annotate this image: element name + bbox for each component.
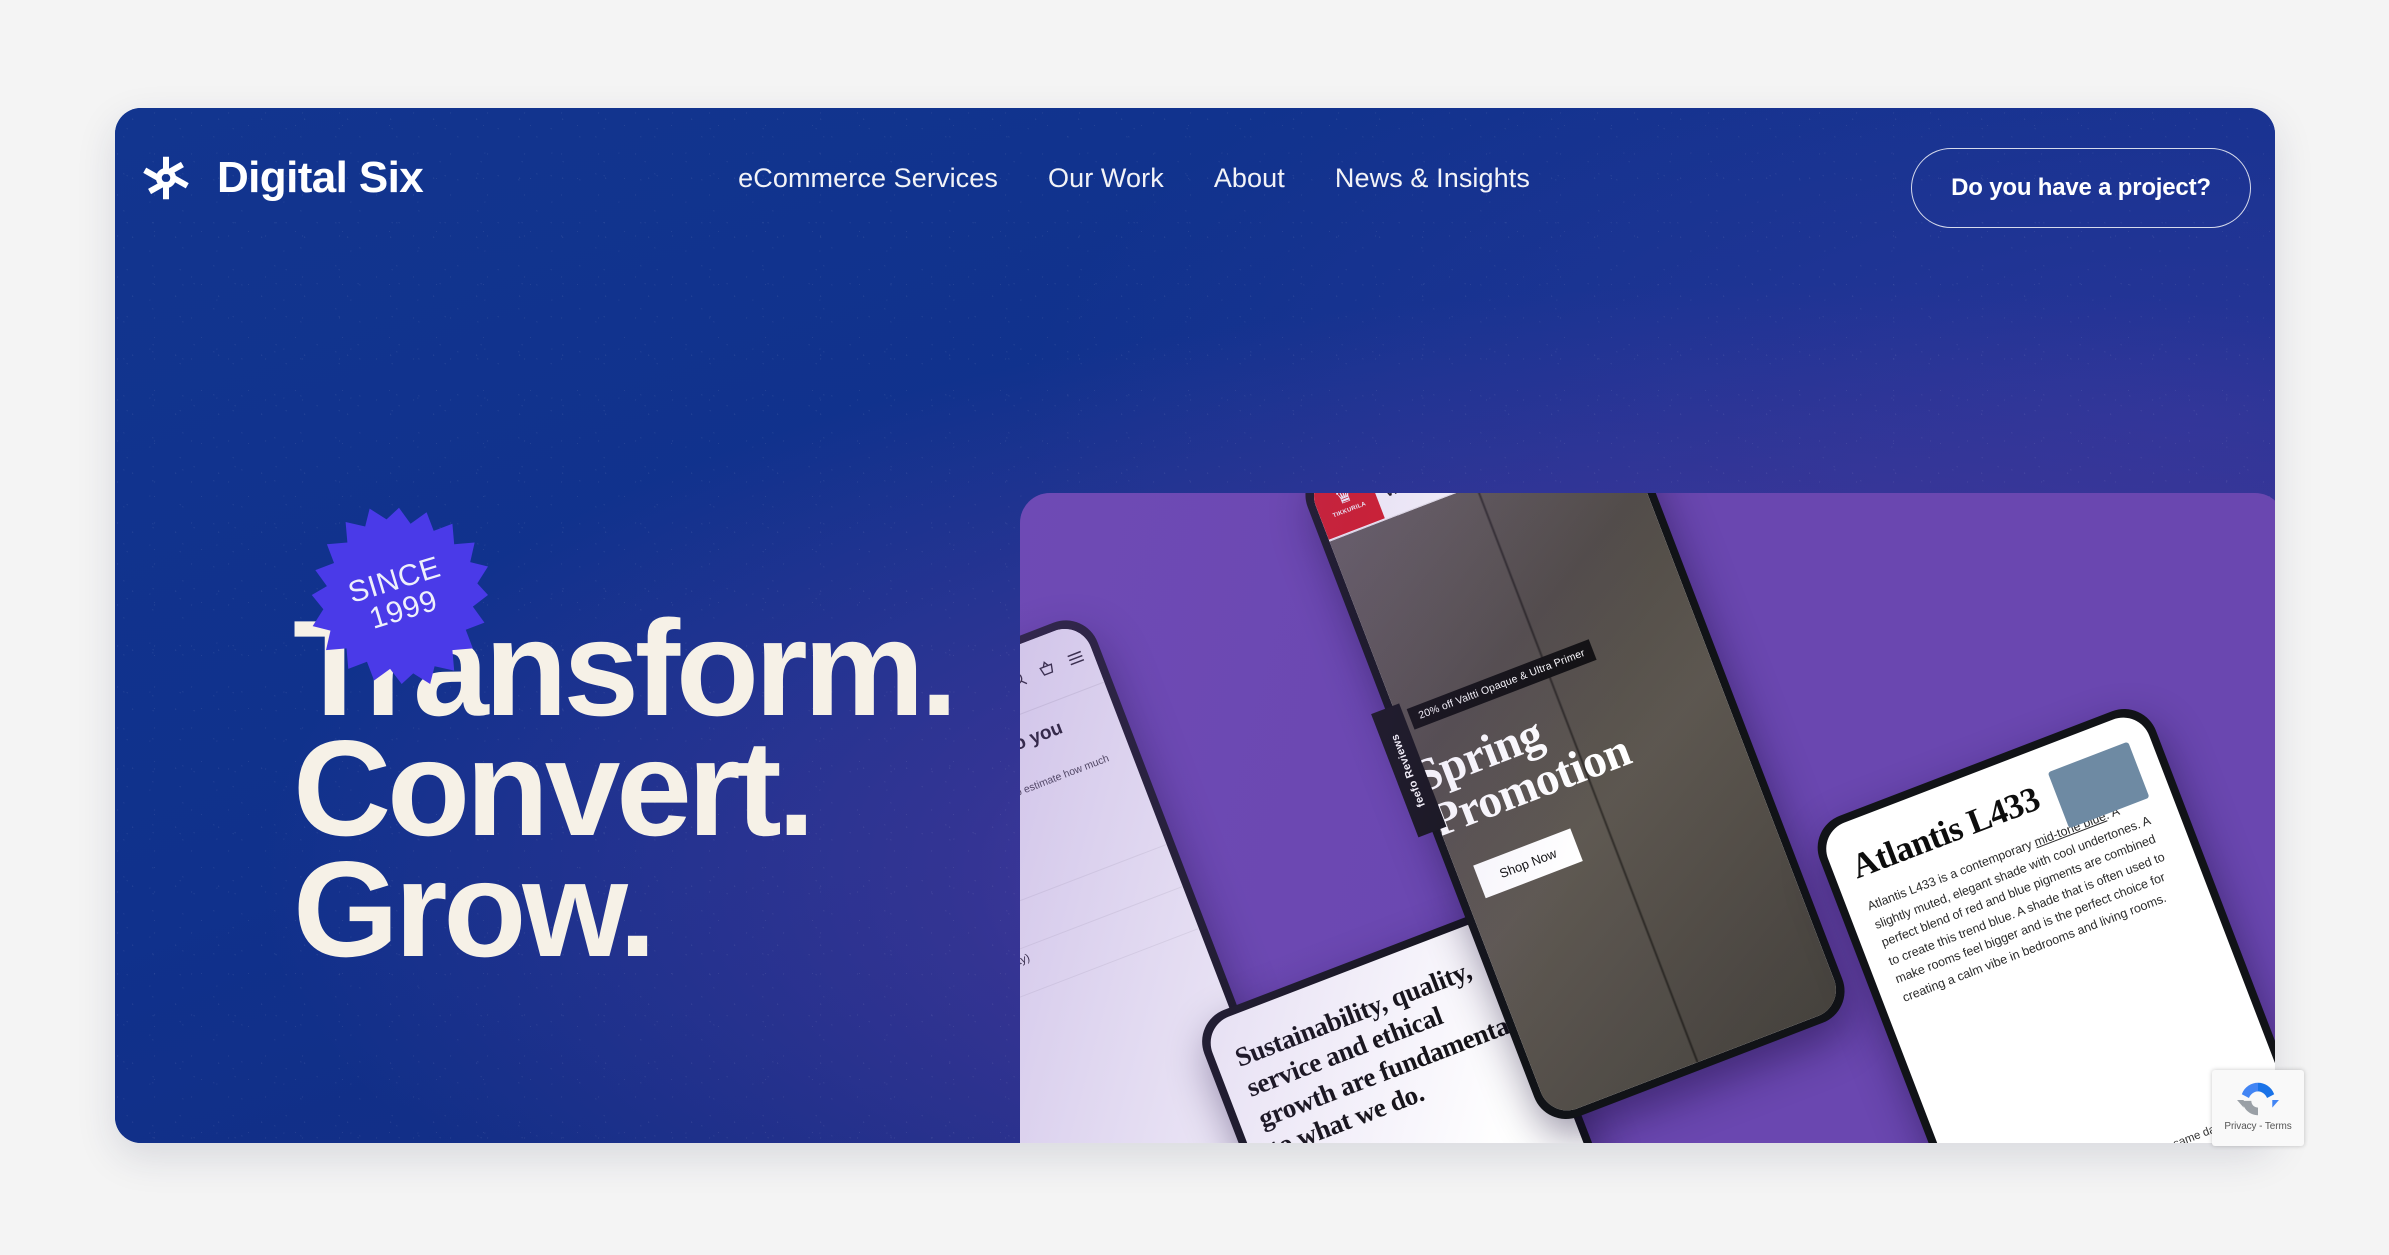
stock-check-label: Stock Check Failed — [1020, 783, 1151, 904]
hero-media-panel: Wall Paint Give your home a new look wit… — [1020, 493, 2275, 1143]
tikkurila-logo-icon: ♛ TIKKURILA — [1306, 493, 1385, 540]
calculator-body: Use our handy paint calculator to estima… — [1020, 752, 1111, 801]
nav-item-our-work[interactable]: Our Work — [1048, 163, 1164, 194]
mid-tone-blue-link[interactable]: mid-tone blue — [2032, 809, 2108, 849]
recaptcha-privacy-link[interactable]: Privacy — [2224, 1121, 2256, 1132]
mockup-card-sustainability: Sustainability, quality, service and eth… — [1192, 903, 1608, 1143]
recaptcha-badge[interactable]: Privacy - Terms — [2212, 1070, 2304, 1146]
brand-name: Digital Six — [217, 153, 424, 202]
product-size-row: 0.5 LTR (0.45L Min Qty) £6.90 — [1020, 802, 1167, 947]
shop-header-bar: ♛ TIKKURILA Powered in the UK by VALTTI — [1305, 493, 1623, 542]
nav-item-ecommerce-services[interactable]: eCommerce Services — [738, 163, 998, 194]
promotion-hero-image — [1329, 493, 1845, 1119]
hero-panel: Digital Six eCommerce Services Our Work … — [115, 108, 2275, 1143]
site-header: Digital Six eCommerce Services Our Work … — [115, 108, 2275, 248]
sustainability-text: Sustainability, quality, service and eth… — [1230, 955, 1520, 1143]
recaptcha-links: Privacy - Terms — [2224, 1121, 2292, 1132]
tikkurila-logo-icon: ♛ TIKKURILA — [1020, 1124, 1059, 1143]
basket-icon[interactable] — [1035, 658, 1058, 680]
powered-by-valtti: Powered in the UK by VALTTI — [1376, 493, 1434, 500]
page-root: Digital Six eCommerce Services Our Work … — [0, 0, 2389, 1255]
recaptcha-terms-link[interactable]: Terms — [2265, 1121, 2292, 1132]
atlantis-colour-swatch — [2047, 741, 2150, 829]
have-a-project-button[interactable]: Do you have a project? — [1911, 148, 2251, 228]
atlantis-title: Atlantis L433 — [1846, 778, 2045, 887]
promotion-tag: 20% off Valtti Opaque & Ultra Primer — [1406, 639, 1597, 730]
pinwheel-aperture-logo-icon — [143, 156, 189, 200]
shop-bar-icons — [1020, 646, 1087, 690]
product-size-row: 1 LTR (0.9L Min Qty) £17.59 — [1020, 844, 1183, 989]
headline-line-3: Grow. — [293, 832, 657, 985]
recaptcha-icon — [2237, 1082, 2279, 1116]
feefo-reviews-widget[interactable]: feefo Reviews — [1371, 703, 1447, 838]
shop-now-button[interactable]: Shop Now — [1473, 828, 1583, 899]
calculator-heading: How much paint do you need? — [1020, 717, 1066, 813]
mockup-card-wall-paint: Wall Paint Give your home a new look wit… — [1020, 908, 1083, 1143]
atlantis-body: Atlantis L433 is a contemporary mid-tone… — [1865, 804, 2169, 1005]
mockup-phone-spring-promotion: ♛ TIKKURILA Powered in the UK by VALTTI — [1295, 493, 1855, 1129]
brand-logo[interactable]: Digital Six — [137, 149, 424, 207]
nav-item-news-insights[interactable]: News & Insights — [1335, 163, 1530, 194]
promotion-title: Spring Promotion — [1407, 707, 1638, 848]
hamburger-icon[interactable] — [1065, 648, 1087, 668]
shop-header-bar: ♛ TIKKURILA Powered in the UK by VALTTI — [1020, 620, 1105, 785]
main-navigation: eCommerce Services Our Work About News &… — [738, 163, 1530, 194]
headline-line-2: Convert. — [293, 712, 815, 865]
nav-item-about[interactable]: About — [1214, 163, 1285, 194]
product-size-row: 3 LTR (2.7L Min Qty) £42.12 — [1020, 886, 1199, 1031]
mockup-card-atlantis-l433: Atlantis L433 Atlantis L433 is a contemp… — [1807, 699, 2275, 1143]
search-icon[interactable] — [1020, 669, 1029, 691]
since-1999-badge: SINCE 1999 — [310, 506, 488, 684]
mockup-phone-paint-calculator: ♛ TIKKURILA Powered in the UK by VALTTI — [1020, 610, 1315, 1143]
